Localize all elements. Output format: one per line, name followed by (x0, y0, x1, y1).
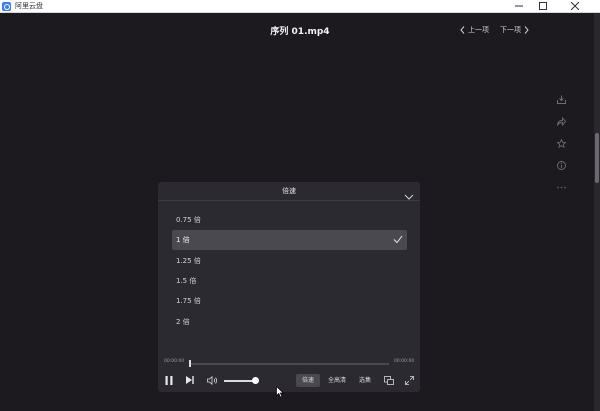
share-button[interactable] (556, 116, 566, 126)
speed-option-label: 1.75 倍 (176, 297, 201, 305)
speed-option-label: 1 倍 (176, 236, 190, 244)
speed-option-label: 1.5 倍 (176, 277, 197, 285)
fullscreen-button[interactable] (404, 374, 414, 386)
picture-in-picture-button[interactable] (384, 374, 394, 386)
share-icon (556, 116, 566, 126)
pause-button[interactable] (164, 374, 174, 386)
speed-option-0.75[interactable]: 0.75 倍 (172, 210, 407, 230)
check-icon (393, 235, 403, 244)
scrollbar-thumb[interactable] (595, 133, 599, 183)
speed-option-1[interactable]: 1 倍 (172, 230, 407, 250)
favorite-button[interactable] (556, 138, 566, 148)
mouse-cursor-icon (276, 386, 284, 398)
pause-icon (165, 375, 173, 385)
picture-in-picture-icon (384, 375, 394, 385)
maximize-button[interactable] (530, 0, 556, 12)
info-icon (556, 160, 566, 170)
player-panel: 倍速 0.75 倍 1 倍 1.25 倍 1.5 倍 1.75 倍 2 倍 00… (158, 182, 420, 392)
chevron-right-icon (524, 26, 529, 34)
previous-item-button[interactable]: 上一项 (460, 25, 489, 35)
next-video-button[interactable] (185, 374, 195, 386)
volume-slider[interactable] (224, 380, 254, 382)
close-icon (571, 2, 579, 10)
speed-option-1.25[interactable]: 1.25 倍 (172, 251, 407, 271)
skip-next-icon (186, 376, 194, 384)
previous-item-label: 上一项 (468, 26, 489, 34)
more-button[interactable] (556, 182, 566, 192)
quality-button[interactable]: 全高清 (324, 374, 350, 387)
more-icon (556, 186, 566, 188)
star-icon (556, 138, 566, 148)
collapse-speed-menu-button[interactable] (404, 187, 414, 200)
speed-option-1.75[interactable]: 1.75 倍 (172, 291, 407, 311)
minimize-button[interactable] (506, 0, 532, 12)
speed-option-1.5[interactable]: 1.5 倍 (172, 271, 407, 291)
speed-button[interactable]: 倍速 (296, 374, 320, 387)
episodes-button[interactable]: 选集 (356, 374, 374, 387)
info-button[interactable] (556, 160, 566, 170)
current-time: 00:00:00 (164, 359, 185, 364)
volume-icon (206, 375, 217, 385)
total-time: 00:00:00 (394, 359, 415, 364)
volume-button[interactable] (206, 374, 218, 386)
progress-handle[interactable] (189, 360, 191, 367)
speed-panel-header: 倍速 (158, 182, 420, 201)
chevron-down-icon (404, 194, 414, 200)
speed-panel-title: 倍速 (282, 187, 296, 195)
progress-bar[interactable] (190, 363, 389, 365)
speed-option-2[interactable]: 2 倍 (172, 312, 407, 332)
speed-option-label: 0.75 倍 (176, 216, 201, 224)
speed-option-label: 2 倍 (176, 318, 190, 326)
app-title: 阿里云盘 (15, 2, 43, 10)
close-button[interactable] (562, 0, 588, 12)
chevron-left-icon (460, 26, 465, 34)
fullscreen-icon (404, 375, 414, 385)
app-logo-icon (2, 2, 11, 11)
speed-option-label: 1.25 倍 (176, 257, 201, 265)
next-item-button[interactable]: 下一项 (500, 25, 529, 35)
volume-slider-handle[interactable] (252, 377, 259, 384)
window-titlebar: 阿里云盘 (0, 0, 600, 13)
next-item-label: 下一项 (500, 26, 521, 34)
page-scrollbar[interactable] (594, 13, 600, 411)
maximize-icon (539, 2, 547, 10)
minimize-icon (515, 5, 523, 7)
download-icon (556, 95, 566, 104)
download-button[interactable] (556, 94, 566, 104)
